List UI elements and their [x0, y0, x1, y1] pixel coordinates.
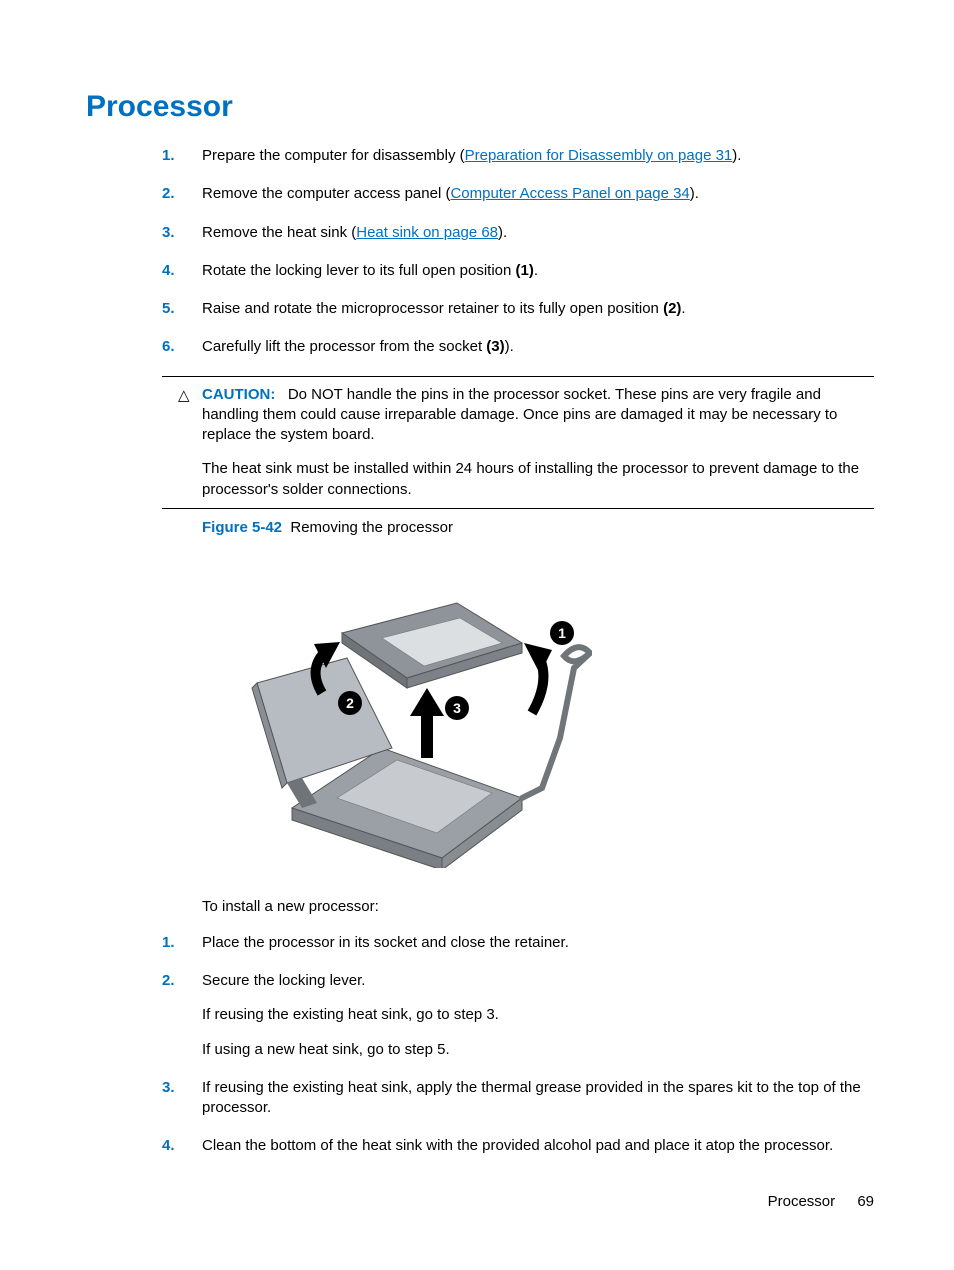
- caution-text: Do NOT handle the pins in the processor …: [202, 386, 837, 444]
- page-title: Processor: [86, 90, 874, 124]
- footer-section: Processor: [768, 1193, 836, 1210]
- step-text: Raise and rotate the microprocessor reta…: [202, 300, 663, 317]
- step-item: Secure the locking lever. If reusing the…: [162, 971, 874, 1060]
- step-text: Prepare the computer for disassembly (: [202, 147, 465, 164]
- step-text: If reusing the existing heat sink, apply…: [202, 1079, 861, 1116]
- step-text: Rotate the locking lever to its full ope…: [202, 262, 516, 279]
- step-item: Carefully lift the processor from the so…: [162, 337, 874, 357]
- step-text: .: [681, 300, 685, 317]
- install-steps-list: Place the processor in its socket and cl…: [162, 933, 874, 1157]
- step-text: ).: [732, 147, 741, 164]
- step-text: ).: [498, 224, 507, 241]
- step-text: Clean the bottom of the heat sink with t…: [202, 1137, 833, 1154]
- step-subtext: If reusing the existing heat sink, go to…: [202, 1005, 874, 1025]
- step-text: Carefully lift the processor from the so…: [202, 338, 486, 355]
- step-item: Remove the computer access panel (Comput…: [162, 184, 874, 204]
- callout-ref: (3): [486, 338, 504, 355]
- step-subtext: If using a new heat sink, go to step 5.: [202, 1040, 874, 1060]
- xref-link[interactable]: Computer Access Panel on page 34: [450, 185, 689, 202]
- footer-page-number: 69: [857, 1193, 874, 1210]
- step-text: .: [534, 262, 538, 279]
- figure-label: Figure 5-42: [202, 519, 282, 536]
- step-text: Place the processor in its socket and cl…: [202, 934, 569, 951]
- svg-text:3: 3: [453, 700, 461, 716]
- callout-ref: (2): [663, 300, 681, 317]
- step-item: Remove the heat sink (Heat sink on page …: [162, 223, 874, 243]
- page-footer: Processor 69: [768, 1193, 874, 1210]
- install-intro: To install a new processor:: [162, 898, 874, 915]
- step-item: Raise and rotate the microprocessor reta…: [162, 299, 874, 319]
- caution-triangle-icon: △: [178, 386, 190, 406]
- step-text: Remove the heat sink (: [202, 224, 356, 241]
- step-text: ).: [505, 338, 514, 355]
- removal-steps-list: Prepare the computer for disassembly (Pr…: [162, 146, 874, 358]
- caution-text: The heat sink must be installed within 2…: [202, 459, 874, 500]
- figure-caption: Figure 5-42 Removing the processor: [202, 519, 874, 536]
- step-item: Rotate the locking lever to its full ope…: [162, 261, 874, 281]
- step-text: Remove the computer access panel (: [202, 185, 450, 202]
- svg-text:1: 1: [558, 625, 566, 641]
- xref-link[interactable]: Heat sink on page 68: [356, 224, 498, 241]
- step-item: Place the processor in its socket and cl…: [162, 933, 874, 953]
- step-item: If reusing the existing heat sink, apply…: [162, 1078, 874, 1119]
- step-item: Prepare the computer for disassembly (Pr…: [162, 146, 874, 166]
- figure-illustration: 1 2 3: [202, 548, 592, 868]
- callout-ref: (1): [516, 262, 534, 279]
- step-text: ).: [690, 185, 699, 202]
- caution-label: CAUTION:: [202, 386, 275, 403]
- figure-title: Removing the processor: [290, 519, 453, 536]
- step-text: Secure the locking lever.: [202, 972, 365, 989]
- svg-text:2: 2: [346, 695, 354, 711]
- xref-link[interactable]: Preparation for Disassembly on page 31: [465, 147, 733, 164]
- caution-note: △ CAUTION: Do NOT handle the pins in the…: [162, 376, 874, 509]
- step-item: Clean the bottom of the heat sink with t…: [162, 1136, 874, 1156]
